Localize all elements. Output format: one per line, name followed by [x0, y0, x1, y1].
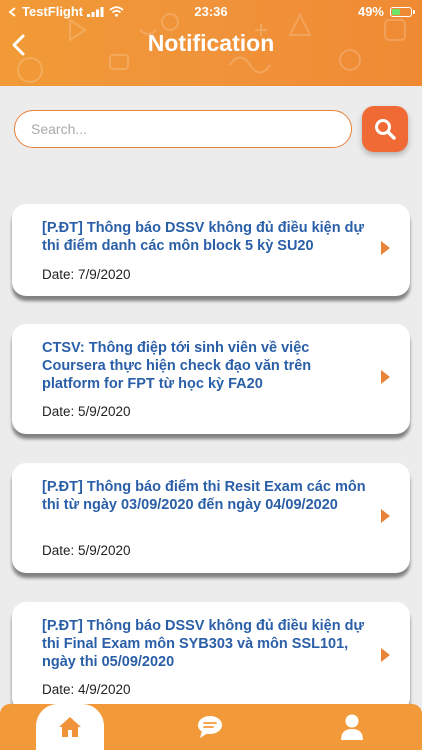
notification-date: Date: 7/9/2020 — [42, 267, 131, 282]
tab-profile[interactable] — [318, 704, 386, 750]
tab-messages[interactable] — [176, 704, 244, 750]
notification-date: Date: 4/9/2020 — [42, 682, 131, 697]
notification-card[interactable]: [P.ĐT] Thông báo điểm thi Resit Exam các… — [12, 463, 410, 573]
chevron-right-icon — [381, 241, 390, 255]
search-input[interactable] — [29, 111, 333, 147]
notification-title: CTSV: Thông điệp tới sinh viên về việc C… — [42, 340, 312, 392]
header-bar: TestFlight 23:36 49% Notification — [0, 0, 422, 86]
search-icon — [375, 119, 396, 140]
chevron-right-icon — [381, 370, 390, 384]
battery-icon — [390, 6, 415, 17]
notification-card[interactable]: [P.ĐT] Thông báo DSSV không đủ điều kiện… — [12, 602, 410, 712]
home-icon — [59, 717, 81, 737]
notification-date: Date: 5/9/2020 — [42, 543, 131, 558]
chevron-right-icon — [381, 509, 390, 523]
battery-level — [392, 8, 401, 15]
user-icon — [341, 714, 363, 740]
search-field[interactable] — [14, 110, 352, 148]
chat-bubble-icon — [198, 716, 222, 738]
notification-title: [P.ĐT] Thông báo DSSV không đủ điều kiện… — [42, 618, 364, 670]
status-bar: TestFlight 23:36 49% — [0, 0, 422, 22]
notification-title: [P.ĐT] Thông báo điểm thi Resit Exam các… — [42, 479, 366, 513]
status-right: 49% — [357, 4, 415, 19]
battery-percent: 49% — [357, 4, 384, 19]
notification-title: [P.ĐT] Thông báo DSSV không đủ điều kiện… — [42, 220, 364, 254]
notification-card[interactable]: [P.ĐT] Thông báo DSSV không đủ điều kiện… — [12, 204, 410, 296]
tab-home[interactable] — [36, 704, 104, 750]
notification-card[interactable]: CTSV: Thông điệp tới sinh viên về việc C… — [12, 324, 410, 434]
bottom-tab-bar — [0, 704, 422, 750]
search-button[interactable] — [362, 106, 408, 152]
chevron-right-icon — [381, 648, 390, 662]
page-title: Notification — [147, 30, 275, 56]
notification-date: Date: 5/9/2020 — [42, 404, 131, 419]
